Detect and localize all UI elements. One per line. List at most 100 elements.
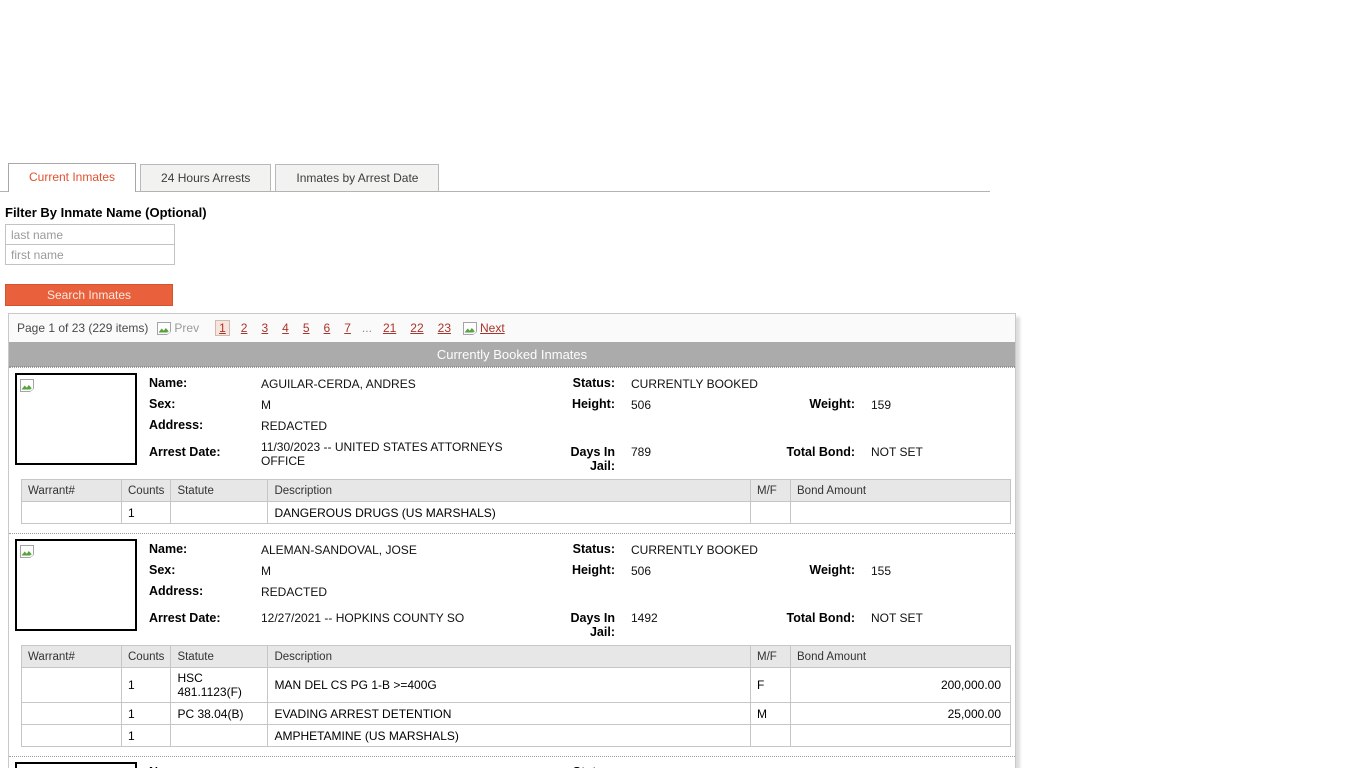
charge-warrant — [22, 502, 122, 524]
search-inmates-button[interactable]: Search Inmates — [5, 284, 173, 306]
bond-header: Bond Amount — [791, 646, 1011, 668]
charge-counts: 1 — [122, 668, 171, 703]
broken-image-icon — [462, 321, 479, 336]
page-link-7[interactable]: 7 — [341, 320, 354, 336]
inmate-record: Name: ANDERSON, FREDDY RAY Status: CURRE… — [9, 756, 1015, 768]
sex-label: Sex: — [149, 396, 261, 411]
inmate-record: Name: ALEMAN-SANDOVAL, JOSE Status: CURR… — [9, 533, 1015, 747]
page-link-1[interactable]: 1 — [215, 320, 230, 336]
page-link-2[interactable]: 2 — [238, 320, 251, 336]
height-label: Height: — [549, 396, 631, 411]
inmate-sex: M — [261, 396, 549, 412]
filter-section: Filter By Inmate Name (Optional) Search … — [5, 205, 1366, 306]
charge-counts: 1 — [122, 502, 171, 524]
inmate-name: AGUILAR-CERDA, ANDRES — [261, 375, 549, 391]
inmate-weight: 159 — [871, 396, 1009, 412]
inmate-days-in-jail: 789 — [631, 438, 786, 459]
inmate-total-bond: NOT SET — [871, 604, 1009, 625]
inmate-photo — [15, 539, 137, 631]
weight-label: Weight: — [786, 396, 871, 411]
weight-label: Weight: — [786, 562, 871, 577]
total-bond-label: Total Bond: — [786, 438, 871, 459]
prev-page-button[interactable]: Prev — [156, 321, 207, 336]
description-header: Description — [268, 480, 751, 502]
charge-row: 1 DANGEROUS DRUGS (US MARSHALS) — [22, 502, 1011, 524]
filter-heading: Filter By Inmate Name (Optional) — [5, 205, 1366, 220]
inmate-status: CURRENTLY BOOKED — [631, 375, 1009, 391]
charge-description: MAN DEL CS PG 1-B >=400G — [268, 668, 751, 703]
page-link-3[interactable]: 3 — [258, 320, 271, 336]
charge-warrant — [22, 725, 122, 747]
inmate-photo — [15, 373, 137, 465]
status-label: Status: — [549, 375, 631, 390]
charge-statute — [171, 502, 268, 524]
tab-current-inmates[interactable]: Current Inmates — [8, 163, 136, 192]
page-link-4[interactable]: 4 — [279, 320, 292, 336]
days-in-jail-label: Days In Jail: — [549, 438, 631, 473]
inmate-height: 506 — [631, 562, 786, 578]
counts-header: Counts — [122, 480, 171, 502]
statute-header: Statute — [171, 480, 268, 502]
inmate-fields: Name: ANDERSON, FREDDY RAY Status: CURRE… — [149, 762, 1009, 768]
mf-header: M/F — [751, 646, 791, 668]
charge-warrant — [22, 668, 122, 703]
charge-description: EVADING ARREST DETENTION — [268, 703, 751, 725]
status-label: Status: — [549, 541, 631, 556]
charge-mf — [751, 725, 791, 747]
charge-row: 1 PC 38.04(B) EVADING ARREST DETENTION M… — [22, 703, 1011, 725]
prev-page-label: Prev — [174, 321, 199, 335]
inmate-sex: M — [261, 562, 549, 578]
charge-mf: M — [751, 703, 791, 725]
inmates-grid: Page 1 of 23 (229 items) Prev 1 2 3 4 5 … — [8, 313, 1016, 768]
tab-24-hours-arrests[interactable]: 24 Hours Arrests — [140, 164, 271, 191]
last-name-input[interactable] — [5, 224, 175, 245]
inmate-fields: Name: AGUILAR-CERDA, ANDRES Status: CURR… — [149, 373, 1009, 473]
charge-description: AMPHETAMINE (US MARSHALS) — [268, 725, 751, 747]
inmate-name: ALEMAN-SANDOVAL, JOSE — [261, 541, 549, 557]
broken-image-icon — [19, 544, 36, 559]
charge-bond — [791, 725, 1011, 747]
charge-mf — [751, 502, 791, 524]
status-label: Status: — [549, 764, 631, 768]
charge-warrant — [22, 703, 122, 725]
charge-row: 1 AMPHETAMINE (US MARSHALS) — [22, 725, 1011, 747]
charge-mf: F — [751, 668, 791, 703]
name-label: Name: — [149, 541, 261, 556]
next-page-button[interactable]: Next — [462, 321, 513, 336]
arrest-date-label: Arrest Date: — [149, 438, 261, 459]
counts-header: Counts — [122, 646, 171, 668]
warrant-header: Warrant# — [22, 480, 122, 502]
charge-description: DANGEROUS DRUGS (US MARSHALS) — [268, 502, 751, 524]
page-link-23[interactable]: 23 — [435, 320, 454, 336]
inmate-status: CURRENTLY BOOKED — [631, 541, 1009, 557]
page-link-22[interactable]: 22 — [407, 320, 426, 336]
first-name-input[interactable] — [5, 244, 175, 265]
inmate-arrest-date: 11/30/2023 -- UNITED STATES ATTORNEYS OF… — [261, 438, 549, 468]
next-page-label: Next — [480, 321, 505, 335]
page-link-21[interactable]: 21 — [380, 320, 399, 336]
warrant-header: Warrant# — [22, 646, 122, 668]
charge-counts: 1 — [122, 703, 171, 725]
page-link-5[interactable]: 5 — [300, 320, 313, 336]
total-bond-label: Total Bond: — [786, 604, 871, 625]
charge-bond: 25,000.00 — [791, 703, 1011, 725]
tab-inmates-by-arrest-date[interactable]: Inmates by Arrest Date — [275, 164, 439, 191]
charges-header-row: Warrant# Counts Statute Description M/F … — [22, 646, 1011, 668]
charge-bond: 200,000.00 — [791, 668, 1011, 703]
page-link-6[interactable]: 6 — [321, 320, 334, 336]
inmate-status: CURRENTLY BOOKED — [631, 764, 1009, 768]
address-label: Address: — [149, 417, 261, 432]
description-header: Description — [268, 646, 751, 668]
top-whitespace — [0, 0, 1366, 163]
charge-statute: HSC 481.1123(F) — [171, 668, 268, 703]
arrest-date-label: Arrest Date: — [149, 604, 261, 625]
charge-row: 1 HSC 481.1123(F) MAN DEL CS PG 1-B >=40… — [22, 668, 1011, 703]
inmate-address: REDACTED — [261, 417, 1009, 433]
charge-counts: 1 — [122, 725, 171, 747]
inmate-weight: 155 — [871, 562, 1009, 578]
mf-header: M/F — [751, 480, 791, 502]
charges-table: Warrant# Counts Statute Description M/F … — [21, 645, 1011, 747]
grid-title: Currently Booked Inmates — [9, 342, 1015, 367]
charges-header-row: Warrant# Counts Statute Description M/F … — [22, 480, 1011, 502]
address-label: Address: — [149, 583, 261, 598]
